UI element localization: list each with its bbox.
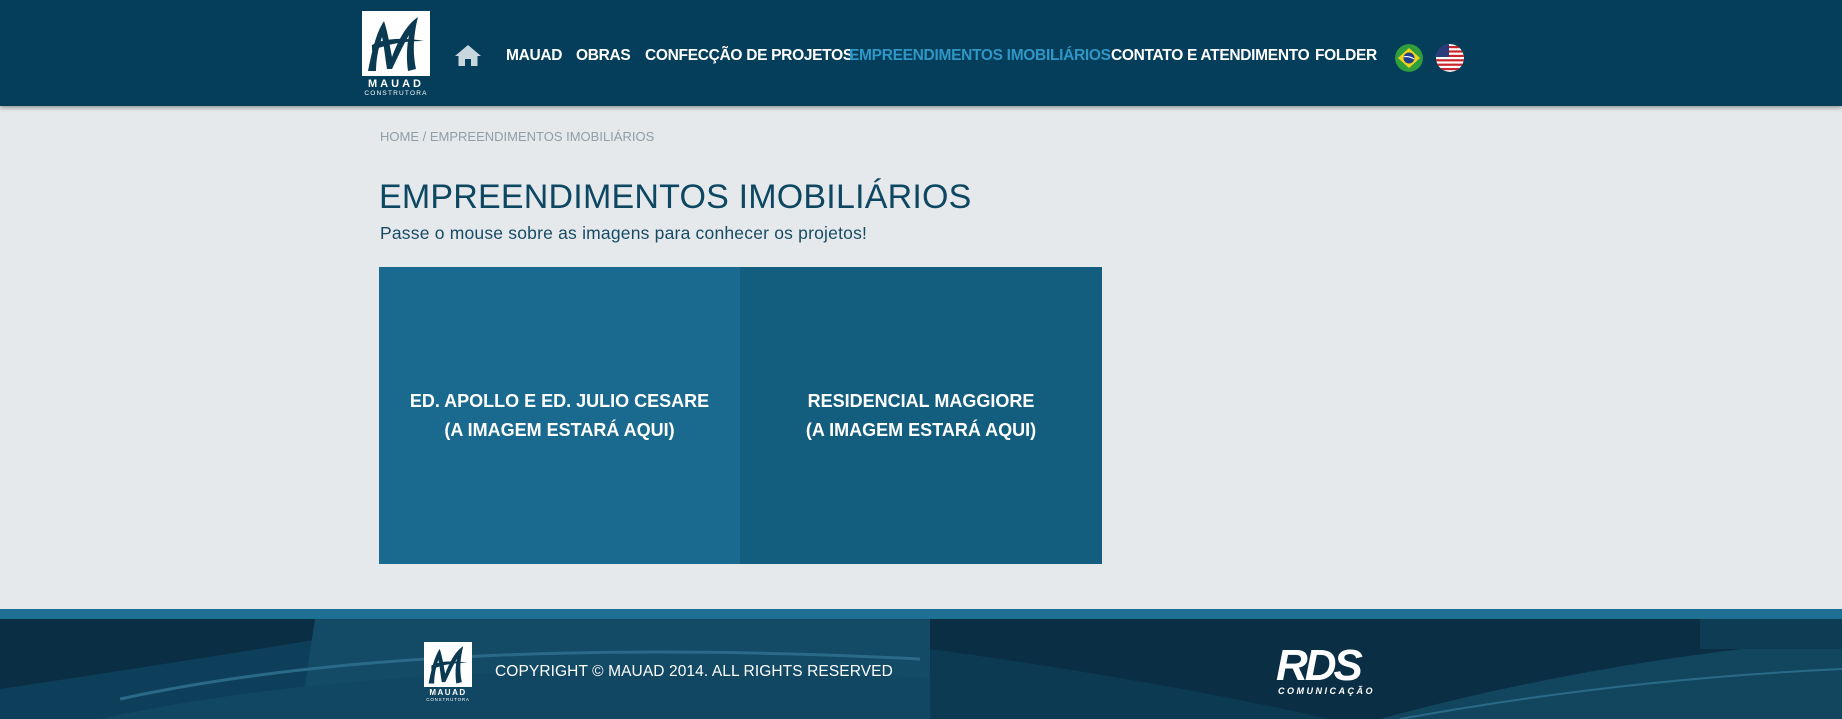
nav-item-mauad[interactable]: MAUAD <box>506 47 562 65</box>
page-subtitle: Passe o mouse sobre as imagens para conh… <box>380 223 868 243</box>
copyright-text: COPYRIGHT © MAUAD 2014. ALL RIGHTS RESER… <box>495 663 893 680</box>
site-footer: MAUAD CONSTRUTORA COPYRIGHT © MAUAD 2014… <box>0 619 1842 719</box>
page-title: EMPREENDIMENTOS IMOBILIÁRIOS <box>379 178 972 216</box>
footer-logo-subtitle: CONSTRUTORA <box>426 697 470 702</box>
footer-mauad-logo[interactable]: MAUAD CONSTRUTORA <box>424 642 472 706</box>
nav-item-folder[interactable]: FOLDER <box>1315 47 1377 65</box>
home-icon[interactable] <box>454 43 482 67</box>
rds-logo-subtitle: COMUNICAÇÃO <box>1278 686 1375 696</box>
project-card-apollo-julio-cesare[interactable]: ED. APOLLO E ED. JULIO CESARE (A IMAGEM … <box>379 267 740 564</box>
footer-accent-bar <box>0 609 1842 619</box>
logo-subtitle: CONSTRUTORA <box>364 90 428 97</box>
footer-background-image <box>0 619 1842 719</box>
logo-name: MAUAD <box>368 78 424 90</box>
mauad-logo[interactable]: MAUAD CONSTRUTORA <box>362 11 430 97</box>
project-title: RESIDENCIAL MAGGIORE <box>807 390 1035 411</box>
project-card-residencial-maggiore[interactable]: RESIDENCIAL MAGGIORE (A IMAGEM ESTARÁ AQ… <box>740 267 1102 564</box>
projects-grid: ED. APOLLO E ED. JULIO CESARE (A IMAGEM … <box>379 267 1102 564</box>
usa-flag-icon[interactable] <box>1436 44 1464 72</box>
project-title: ED. APOLLO E ED. JULIO CESARE <box>409 390 710 411</box>
breadcrumb[interactable]: HOME / EMPREENDIMENTOS IMOBILIÁRIOS <box>380 129 654 144</box>
logo-mark <box>362 11 430 76</box>
rds-logo-name: RDS <box>1276 641 1363 690</box>
footer-logo-mark <box>424 642 472 687</box>
nav-item-obras[interactable]: OBRAS <box>576 47 631 65</box>
nav-item-confeccao-de-projetos[interactable]: CONFECÇÃO DE PROJETOS <box>645 47 853 65</box>
project-image-placeholder: (A IMAGEM ESTARÁ AQUI) <box>444 419 675 440</box>
footer-logo-name: MAUAD <box>429 688 467 697</box>
site-header: MAUAD CONSTRUTORA MAUAD OBRAS CONFECÇÃO … <box>0 0 1842 106</box>
project-image-placeholder: (A IMAGEM ESTARÁ AQUI) <box>805 419 1037 440</box>
rds-comunicacao-logo[interactable]: RDS COMUNICAÇÃO <box>1276 644 1384 700</box>
nav-item-contato-e-atendimento[interactable]: CONTATO E ATENDIMENTO <box>1111 47 1310 65</box>
brazil-flag-icon[interactable] <box>1395 44 1423 72</box>
nav-item-empreendimentos-imobiliarios[interactable]: EMPREENDIMENTOS IMOBILIÁRIOS <box>849 47 1111 65</box>
